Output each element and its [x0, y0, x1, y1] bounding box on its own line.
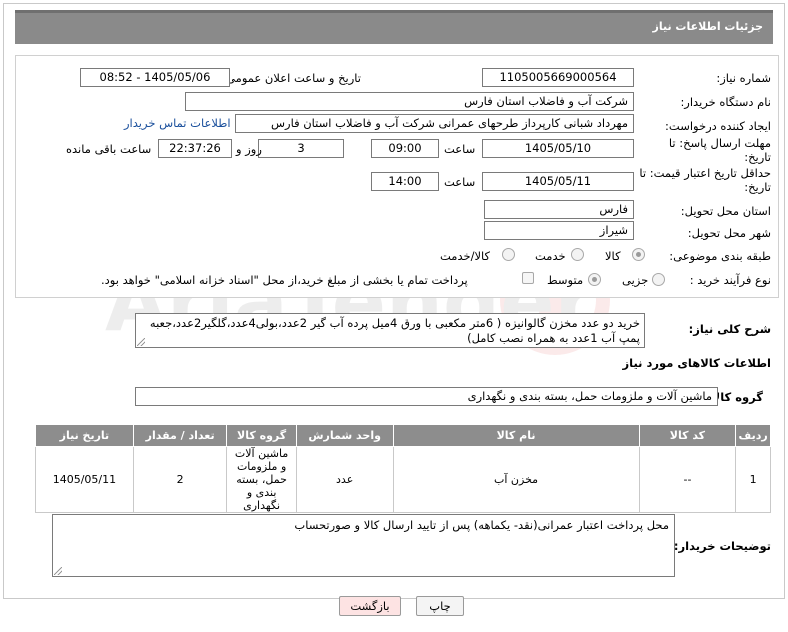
cell-name: مخزن آب	[392, 446, 640, 513]
remaining-time-label: ساعت باقی مانده	[66, 142, 152, 156]
process-radio-medium[interactable]	[588, 273, 601, 286]
category-radio-goods-service[interactable]	[502, 248, 515, 261]
table-header-row: ردیف کد کالا نام کالا واحد شمارش گروه کا…	[35, 424, 771, 447]
reply-deadline-label: مهلت ارسال پاسخ: تا تاریخ:	[668, 136, 771, 164]
delivery-city-field: شیراز	[484, 221, 634, 240]
treasury-payment-note: پرداخت تمام یا بخشی از مبلغ خرید،از محل …	[101, 273, 468, 287]
process-option-medium: متوسط	[547, 273, 584, 287]
back-button[interactable]: بازگشت	[339, 596, 401, 616]
need-number-label: شماره نیاز:	[716, 71, 771, 85]
goods-info-title: اطلاعات کالاهای مورد نیاز	[622, 356, 771, 370]
category-option-service: خدمت	[535, 249, 566, 263]
category-label: طبقه بندی موضوعی:	[669, 249, 771, 263]
price-validity-date: 1405/05/11	[482, 172, 634, 191]
description-field: خرید دو عدد مخزن گالوانیزه ( 6متر مکعبی …	[135, 313, 645, 348]
goods-group-field: ماشین آلات و ملزومات حمل، بسته بندی و نگ…	[135, 387, 718, 406]
delivery-province-field: فارس	[484, 200, 634, 219]
delivery-city-label: شهر محل تحویل:	[687, 226, 771, 240]
cell-code: --	[638, 446, 737, 513]
col-header-unit: واحد شمارش	[295, 424, 394, 447]
category-option-goods: کالا	[605, 249, 621, 263]
col-header-row: ردیف	[735, 424, 771, 447]
col-header-code: کد کالا	[638, 424, 737, 447]
goods-table: ردیف کد کالا نام کالا واحد شمارش گروه کا…	[35, 424, 771, 513]
delivery-province-label: استان محل تحویل:	[680, 204, 771, 218]
remaining-time-field: 22:37:26	[158, 139, 232, 158]
col-header-qty: تعداد / مقدار	[132, 424, 228, 447]
category-radio-goods[interactable]	[632, 248, 645, 261]
description-label: شرح کلی نیاز:	[688, 322, 771, 336]
cell-group: ماشین آلات و ملزومات حمل، بسته بندی و نگ…	[226, 446, 297, 513]
reply-days-field: 3	[258, 139, 344, 158]
category-radio-service[interactable]	[571, 248, 584, 261]
col-header-date: تاریخ نیاز	[35, 424, 134, 447]
buyer-org-label: نام دستگاه خریدار:	[680, 95, 771, 109]
reply-deadline-date: 1405/05/10	[482, 139, 634, 158]
price-time-label: ساعت	[444, 175, 476, 189]
purchase-process-label: نوع فرآیند خرید :	[689, 273, 771, 287]
price-validity-label: حداقل تاریخ اعتبار قیمت: تا تاریخ:	[639, 166, 771, 194]
category-option-goods-service: کالا/خدمت	[440, 249, 491, 263]
page-title: جزئیات اطلاعات نیاز	[15, 10, 773, 44]
process-option-minor: جزیی	[622, 273, 649, 287]
print-button[interactable]: چاپ	[416, 596, 464, 616]
buyer-contact-link[interactable]: اطلاعات تماس خریدار	[124, 116, 231, 130]
cell-date: 1405/05/11	[35, 446, 134, 513]
process-radio-minor[interactable]	[652, 273, 665, 286]
buyer-notes-label: توضیحات خریدار:	[673, 539, 771, 553]
cell-qty: 2	[132, 446, 228, 513]
need-number-field: 1105005669000564	[482, 68, 634, 87]
cell-row: 1	[735, 446, 771, 513]
buyer-notes-field: محل پرداخت اعتبار عمرانی(نقد- یکماهه) پس…	[52, 514, 675, 577]
reply-time-label: ساعت	[444, 142, 476, 156]
requester-label: ایجاد کننده درخواست:	[665, 119, 771, 133]
table-row: 1 -- مخزن آب عدد ماشین آلات و ملزومات حم…	[35, 446, 771, 513]
price-validity-time: 14:00	[371, 172, 439, 191]
buyer-notes-text: محل پرداخت اعتبار عمرانی(نقد- یکماهه) پس…	[294, 518, 669, 532]
requester-field: مهرداد شبانی کارپرداز طرحهای عمرانی شرکت…	[235, 114, 634, 133]
resize-grip-icon[interactable]	[137, 338, 145, 346]
col-header-name: نام کالا	[392, 424, 640, 447]
description-text: خرید دو عدد مخزن گالوانیزه ( 6متر مکعبی …	[149, 316, 640, 345]
treasury-payment-checkbox[interactable]	[522, 272, 534, 284]
col-header-group: گروه کالا	[226, 424, 297, 447]
announce-datetime-label: تاریخ و ساعت اعلان عمومی:	[222, 71, 361, 85]
buyer-org-field: شرکت آب و فاضلاب استان فارس	[185, 92, 634, 111]
days-label: روز و	[236, 142, 262, 156]
reply-deadline-time: 09:00	[371, 139, 439, 158]
cell-unit: عدد	[295, 446, 394, 513]
notes-resize-grip-icon[interactable]	[54, 567, 62, 575]
announce-datetime-field: 1405/05/06 - 08:52	[80, 68, 230, 87]
